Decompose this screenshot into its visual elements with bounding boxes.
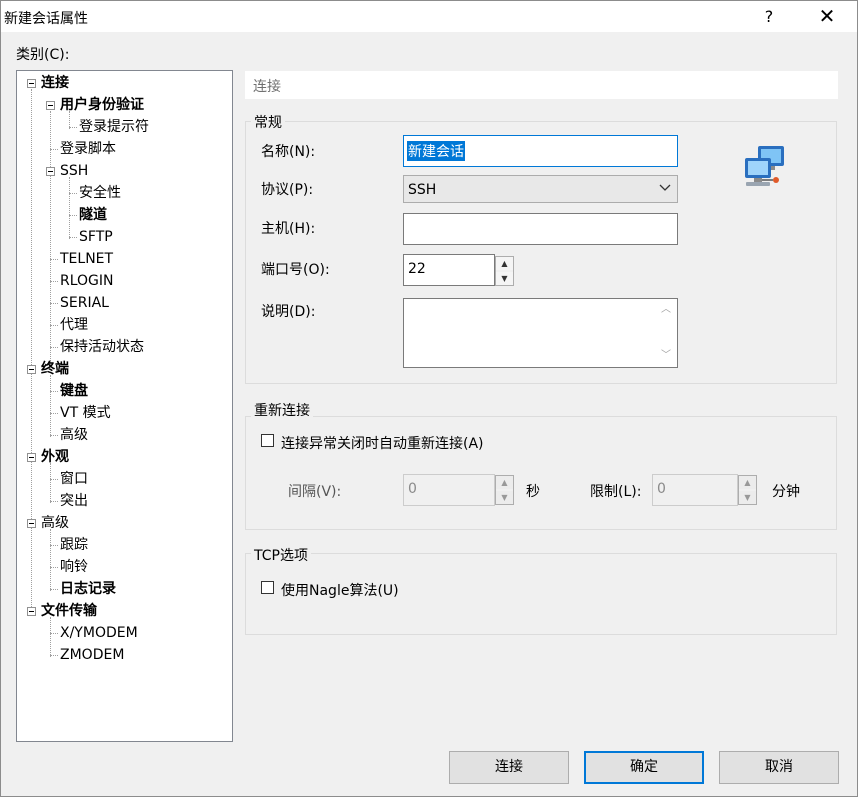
interval-label: 间隔(V): bbox=[288, 484, 342, 500]
title-bar: 新建会话属性 ? ✕ bbox=[1, 1, 857, 32]
collapse-toggle-icon[interactable] bbox=[27, 453, 36, 462]
scroll-up-icon[interactable]: ︿ bbox=[659, 303, 673, 317]
nagle-checkbox[interactable] bbox=[261, 581, 274, 594]
limit-unit: 分钟 bbox=[772, 484, 800, 500]
tree-item[interactable]: 响铃 bbox=[60, 556, 88, 578]
protocol-label: 协议(P): bbox=[261, 182, 314, 198]
tree-item[interactable]: 用户身份验证 bbox=[60, 94, 144, 116]
name-field-value: 新建会话 bbox=[407, 141, 465, 161]
limit-field[interactable]: 0 bbox=[652, 474, 738, 506]
tree-item[interactable]: 跟踪 bbox=[60, 534, 88, 556]
tree-item[interactable]: 代理 bbox=[60, 314, 88, 336]
collapse-toggle-icon[interactable] bbox=[46, 167, 55, 176]
close-button[interactable]: ✕ bbox=[809, 1, 845, 32]
port-down-arrow-icon[interactable]: ▼ bbox=[496, 272, 513, 285]
tree-item[interactable]: X/YMODEM bbox=[60, 622, 138, 644]
category-tree[interactable]: 连接 用户身份验证 登录提示符 登录脚本 SSH 安全性 隧道 SFTP TELNET RLOGI… bbox=[16, 70, 233, 742]
tree-item[interactable]: SFTP bbox=[79, 226, 113, 248]
connect-button[interactable]: 连接 bbox=[449, 751, 569, 784]
collapse-toggle-icon[interactable] bbox=[27, 607, 36, 616]
host-field[interactable] bbox=[403, 213, 678, 245]
tree-item[interactable]: TELNET bbox=[60, 248, 113, 270]
collapse-toggle-icon[interactable] bbox=[27, 79, 36, 88]
tree-item[interactable]: 连接 bbox=[41, 72, 69, 94]
tree-item[interactable]: RLOGIN bbox=[60, 270, 114, 292]
host-label: 主机(H): bbox=[261, 221, 316, 237]
tree-item[interactable]: 高级 bbox=[41, 512, 69, 534]
reconnect-group-title: 重新连接 bbox=[251, 400, 313, 420]
limit-down-arrow-icon[interactable]: ▼ bbox=[739, 491, 756, 504]
cancel-button[interactable]: 取消 bbox=[719, 751, 839, 784]
tree-item[interactable]: 隧道 bbox=[79, 204, 107, 226]
general-group-title: 常规 bbox=[251, 112, 285, 132]
description-field[interactable]: ︿ ﹀ bbox=[403, 298, 678, 368]
tree-item[interactable]: 外观 bbox=[41, 446, 69, 468]
tree-item[interactable]: 安全性 bbox=[79, 182, 121, 204]
tree-item[interactable]: 保持活动状态 bbox=[60, 336, 144, 358]
tree-item[interactable]: 终端 bbox=[41, 358, 69, 380]
section-header-title: 连接 bbox=[253, 79, 281, 95]
interval-down-arrow-icon[interactable]: ▼ bbox=[496, 491, 513, 504]
port-stepper[interactable]: ▲ ▼ bbox=[495, 256, 514, 286]
port-field-value: 22 bbox=[408, 261, 426, 277]
protocol-select[interactable]: SSH bbox=[403, 175, 678, 203]
ok-button[interactable]: 确定 bbox=[584, 751, 704, 784]
port-field[interactable]: 22 bbox=[403, 254, 495, 286]
tree-item[interactable]: 键盘 bbox=[60, 380, 88, 402]
window-title: 新建会话属性 bbox=[4, 11, 88, 27]
limit-field-value: 0 bbox=[657, 481, 666, 497]
port-up-arrow-icon[interactable]: ▲ bbox=[496, 257, 513, 270]
protocol-select-value: SSH bbox=[408, 182, 437, 198]
tree-item[interactable]: 窗口 bbox=[60, 468, 88, 490]
limit-up-arrow-icon[interactable]: ▲ bbox=[739, 476, 756, 489]
nagle-label[interactable]: 使用Nagle算法(U) bbox=[281, 580, 399, 600]
section-header: 连接 bbox=[245, 71, 838, 99]
description-label: 说明(D): bbox=[261, 304, 316, 320]
limit-stepper[interactable]: ▲ ▼ bbox=[738, 475, 757, 505]
limit-label: 限制(L): bbox=[590, 484, 642, 500]
tree-item[interactable]: 高级 bbox=[60, 424, 88, 446]
tcp-group-title: TCP选项 bbox=[251, 545, 311, 565]
interval-field[interactable]: 0 bbox=[403, 474, 495, 506]
name-label: 名称(N): bbox=[261, 144, 316, 160]
chevron-down-icon bbox=[659, 181, 671, 196]
name-field[interactable]: 新建会话 bbox=[403, 135, 678, 167]
tree-item[interactable]: 突出 bbox=[60, 490, 88, 512]
tree-item[interactable]: 登录脚本 bbox=[60, 138, 116, 160]
interval-field-value: 0 bbox=[408, 481, 417, 497]
network-computers-icon bbox=[745, 146, 784, 186]
tree-item[interactable]: ZMODEM bbox=[60, 644, 124, 666]
category-label: 类别(C): bbox=[16, 47, 70, 63]
tree-item[interactable]: 日志记录 bbox=[60, 578, 116, 600]
tree-item[interactable]: 登录提示符 bbox=[79, 116, 149, 138]
tree-item[interactable]: 文件传输 bbox=[41, 600, 97, 622]
tree-item[interactable]: SSH bbox=[60, 160, 88, 182]
auto-reconnect-label[interactable]: 连接异常关闭时自动重新连接(A) bbox=[281, 433, 484, 453]
scroll-down-icon[interactable]: ﹀ bbox=[659, 349, 673, 363]
interval-unit: 秒 bbox=[526, 484, 540, 500]
tree-item[interactable]: VT 模式 bbox=[60, 402, 111, 424]
interval-up-arrow-icon[interactable]: ▲ bbox=[496, 476, 513, 489]
collapse-toggle-icon[interactable] bbox=[27, 519, 36, 528]
interval-stepper[interactable]: ▲ ▼ bbox=[495, 475, 514, 505]
auto-reconnect-checkbox[interactable] bbox=[261, 434, 274, 447]
collapse-toggle-icon[interactable] bbox=[27, 365, 36, 374]
tree-item[interactable]: SERIAL bbox=[60, 292, 109, 314]
port-label: 端口号(O): bbox=[261, 262, 330, 278]
collapse-toggle-icon[interactable] bbox=[46, 101, 55, 110]
help-button[interactable]: ? bbox=[753, 1, 785, 32]
